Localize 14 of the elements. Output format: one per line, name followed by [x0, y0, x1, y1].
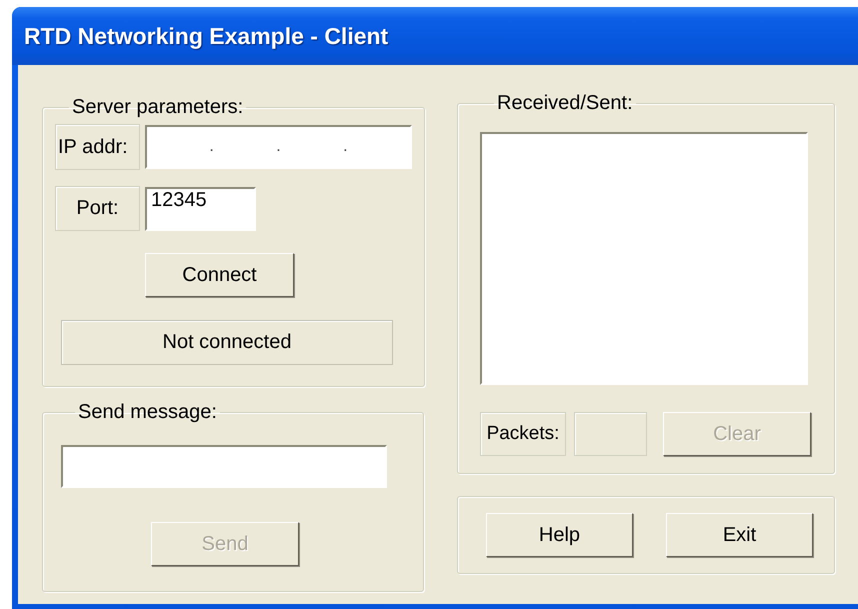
connection-status: Not connected — [61, 320, 393, 365]
port-label: Port: — [55, 186, 140, 231]
packets-label: Packets: — [480, 412, 566, 456]
message-field[interactable] — [61, 445, 387, 488]
ip-label: IP addr: — [55, 124, 140, 170]
group-label: Send message: — [77, 400, 218, 424]
ip-address-field[interactable]: . . . — [145, 125, 412, 169]
group-label: Received/Sent: — [496, 91, 634, 115]
group-label: Server parameters: — [71, 95, 244, 119]
connect-button[interactable]: Connect — [145, 253, 294, 297]
port-field[interactable]: 12345 — [145, 186, 256, 230]
window-title: RTD Networking Example - Client — [24, 22, 388, 50]
dialog-button[interactable]: Exit — [666, 513, 813, 557]
dialog-button[interactable]: Help — [486, 513, 633, 557]
